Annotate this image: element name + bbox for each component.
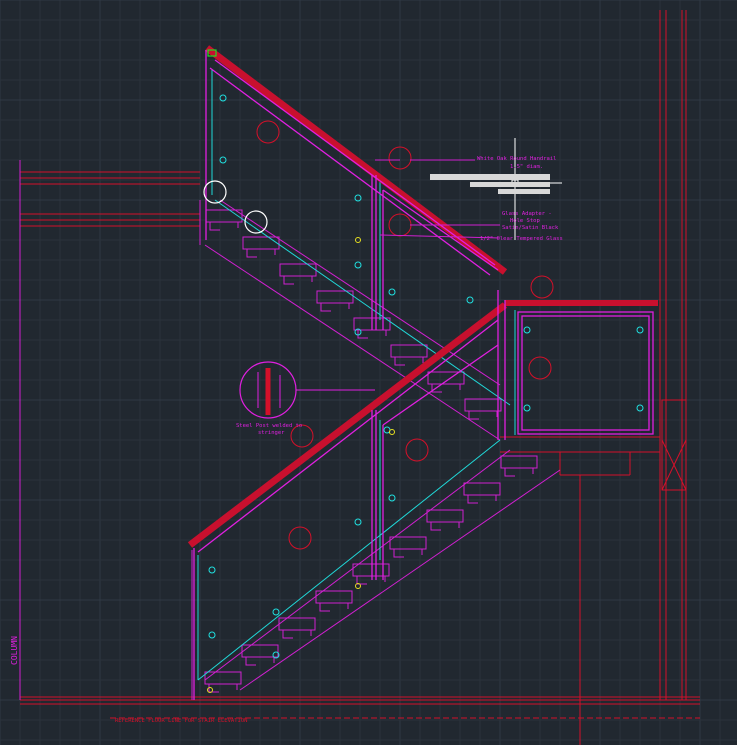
handrail-note-line1: White Oak Round Handrail [477, 156, 556, 162]
cad-drawing-canvas[interactable]: White Oak Round Handrail 1.5" diam. Glas… [0, 0, 737, 745]
steel-post-note-line1: Steel Post welded to [236, 423, 302, 429]
glass-adapter-line1: Glass Adapter - [502, 211, 552, 217]
handrail-note-line2: 1.5" diam. [510, 164, 543, 170]
bottom-note: REFERENCE FLOOR LINE FOR STAIR ELEVATION [115, 718, 247, 724]
canvas-background [0, 0, 737, 745]
tempered-glass-note: 1/2" Clear Tempered Glass [480, 236, 563, 242]
glass-adapter-line3: Satin/Satin Black [502, 225, 559, 231]
column-label: COLUMN [10, 636, 19, 665]
steel-post-note-line2: stringer [258, 430, 285, 436]
glass-adapter-line2: Hole Stop [510, 218, 540, 224]
